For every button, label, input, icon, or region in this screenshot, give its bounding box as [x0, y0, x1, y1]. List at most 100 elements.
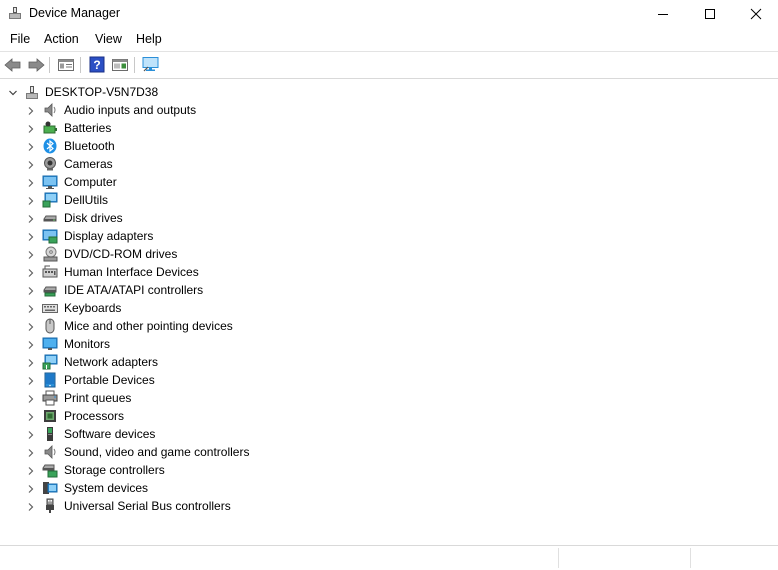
expand-chevron-icon[interactable]	[26, 411, 36, 421]
maximize-button[interactable]	[687, 0, 733, 28]
collapse-chevron-icon[interactable]	[8, 87, 18, 97]
toolbar-separator	[80, 57, 81, 73]
tree-item-system[interactable]: System devices	[0, 479, 400, 497]
expand-chevron-icon[interactable]	[26, 393, 36, 403]
tree-item-cameras[interactable]: Cameras	[0, 155, 400, 173]
tree-item-display-adapters[interactable]: Display adapters	[0, 227, 400, 245]
properties-icon	[58, 58, 74, 71]
tree-item-ide[interactable]: IDE ATA/ATAPI controllers	[0, 281, 400, 299]
expand-chevron-icon[interactable]	[26, 501, 36, 511]
expand-chevron-icon[interactable]	[26, 195, 36, 205]
mouse-icon	[42, 318, 58, 334]
tree-item-label: Software devices	[64, 427, 156, 441]
svg-text:?: ?	[93, 58, 100, 72]
expand-chevron-icon[interactable]	[26, 123, 36, 133]
tree-item-storage[interactable]: Storage controllers	[0, 461, 400, 479]
tree-item-sound[interactable]: Sound, video and game controllers	[0, 443, 400, 461]
tree-item-usb[interactable]: Universal Serial Bus controllers	[0, 497, 400, 515]
expand-chevron-icon[interactable]	[26, 141, 36, 151]
tree-item-software[interactable]: Software devices	[0, 425, 400, 443]
menu-view[interactable]: View	[93, 32, 124, 46]
title-bar: Device Manager	[0, 0, 778, 28]
expand-chevron-icon[interactable]	[26, 339, 36, 349]
help-icon: ?	[89, 56, 105, 73]
tree-item-label: Audio inputs and outputs	[64, 103, 197, 117]
expand-chevron-icon[interactable]	[26, 447, 36, 457]
tree-item-network[interactable]: Network adapters	[0, 353, 400, 371]
tree-item-label: Monitors	[64, 337, 111, 351]
minimize-button[interactable]	[640, 0, 686, 28]
tree-item-bluetooth[interactable]: Bluetooth	[0, 137, 400, 155]
tree-item-monitors[interactable]: Monitors	[0, 335, 400, 353]
expand-chevron-icon[interactable]	[26, 483, 36, 493]
tree-item-mice[interactable]: Mice and other pointing devices	[0, 317, 400, 335]
tree-item-audio[interactable]: Audio inputs and outputs	[0, 101, 400, 119]
ide-controller-icon	[42, 282, 58, 298]
device-manager-icon	[8, 6, 22, 20]
tree-item-label: Disk drives	[64, 211, 123, 225]
tree-item-batteries[interactable]: Batteries	[0, 119, 400, 137]
help-button[interactable]: ?	[87, 55, 107, 74]
tree-item-print-queues[interactable]: Print queues	[0, 389, 400, 407]
back-arrow-icon	[4, 57, 21, 72]
expand-chevron-icon[interactable]	[26, 177, 36, 187]
tree-item-label: Network adapters	[64, 355, 159, 369]
close-button[interactable]	[733, 0, 778, 28]
minimize-icon	[658, 14, 668, 15]
tree-item-label: Human Interface Devices	[64, 265, 199, 279]
toolbar-divider	[0, 78, 778, 79]
tree-item-portable[interactable]: Portable Devices	[0, 371, 400, 389]
monitor-icon	[42, 336, 58, 352]
expand-chevron-icon[interactable]	[26, 159, 36, 169]
expand-chevron-icon[interactable]	[26, 429, 36, 439]
properties-button[interactable]	[56, 55, 76, 74]
tree-item-label: Batteries	[64, 121, 112, 135]
computer-icon	[42, 174, 58, 190]
expand-chevron-icon[interactable]	[26, 267, 36, 277]
tree-item-keyboards[interactable]: Keyboards	[0, 299, 400, 317]
expand-chevron-icon[interactable]	[26, 231, 36, 241]
tree-item-label: DVD/CD-ROM drives	[64, 247, 178, 261]
computer-root-icon	[24, 84, 40, 100]
tree-item-label: Computer	[64, 175, 117, 189]
tree-item-dvd-drives[interactable]: DVD/CD-ROM drives	[0, 245, 400, 263]
tree-root[interactable]: DESKTOP-V5N7D38	[0, 83, 400, 101]
tree-item-label: Display adapters	[64, 229, 154, 243]
menu-file[interactable]: File	[8, 32, 32, 46]
back-button[interactable]	[3, 55, 23, 74]
tree-item-dellutils[interactable]: DellUtils	[0, 191, 400, 209]
battery-icon	[42, 120, 58, 136]
network-adapter-icon	[42, 354, 58, 370]
tree-item-label: System devices	[64, 481, 149, 495]
expand-chevron-icon[interactable]	[26, 213, 36, 223]
scan-hardware-button[interactable]	[141, 55, 161, 74]
toolbar-separator	[134, 57, 135, 73]
tree-item-label: Mice and other pointing devices	[64, 319, 233, 333]
tree-item-processors[interactable]: Processors	[0, 407, 400, 425]
camera-icon	[42, 156, 58, 172]
expand-chevron-icon[interactable]	[26, 375, 36, 385]
menu-action[interactable]: Action	[42, 32, 81, 46]
forward-button[interactable]	[26, 55, 46, 74]
menu-help[interactable]: Help	[134, 32, 164, 46]
expand-chevron-icon[interactable]	[26, 285, 36, 295]
expand-chevron-icon[interactable]	[26, 249, 36, 259]
printer-icon	[42, 390, 58, 406]
expand-chevron-icon[interactable]	[26, 303, 36, 313]
window-title: Device Manager	[29, 6, 121, 20]
expand-chevron-icon[interactable]	[26, 321, 36, 331]
expand-chevron-icon[interactable]	[26, 465, 36, 475]
tree-item-computer[interactable]: Computer	[0, 173, 400, 191]
expand-chevron-icon[interactable]	[26, 357, 36, 367]
tree-item-label: Storage controllers	[64, 463, 165, 477]
tree-item-label: IDE ATA/ATAPI controllers	[64, 283, 204, 297]
software-device-icon	[42, 426, 58, 442]
tree-item-hid[interactable]: Human Interface Devices	[0, 263, 400, 281]
show-hide-console-button[interactable]	[110, 55, 130, 74]
forward-arrow-icon	[28, 57, 45, 72]
maximize-icon	[705, 9, 715, 19]
expand-chevron-icon[interactable]	[26, 105, 36, 115]
tree-item-label: Keyboards	[64, 301, 122, 315]
tree-item-disk-drives[interactable]: Disk drives	[0, 209, 400, 227]
close-icon	[750, 8, 762, 20]
